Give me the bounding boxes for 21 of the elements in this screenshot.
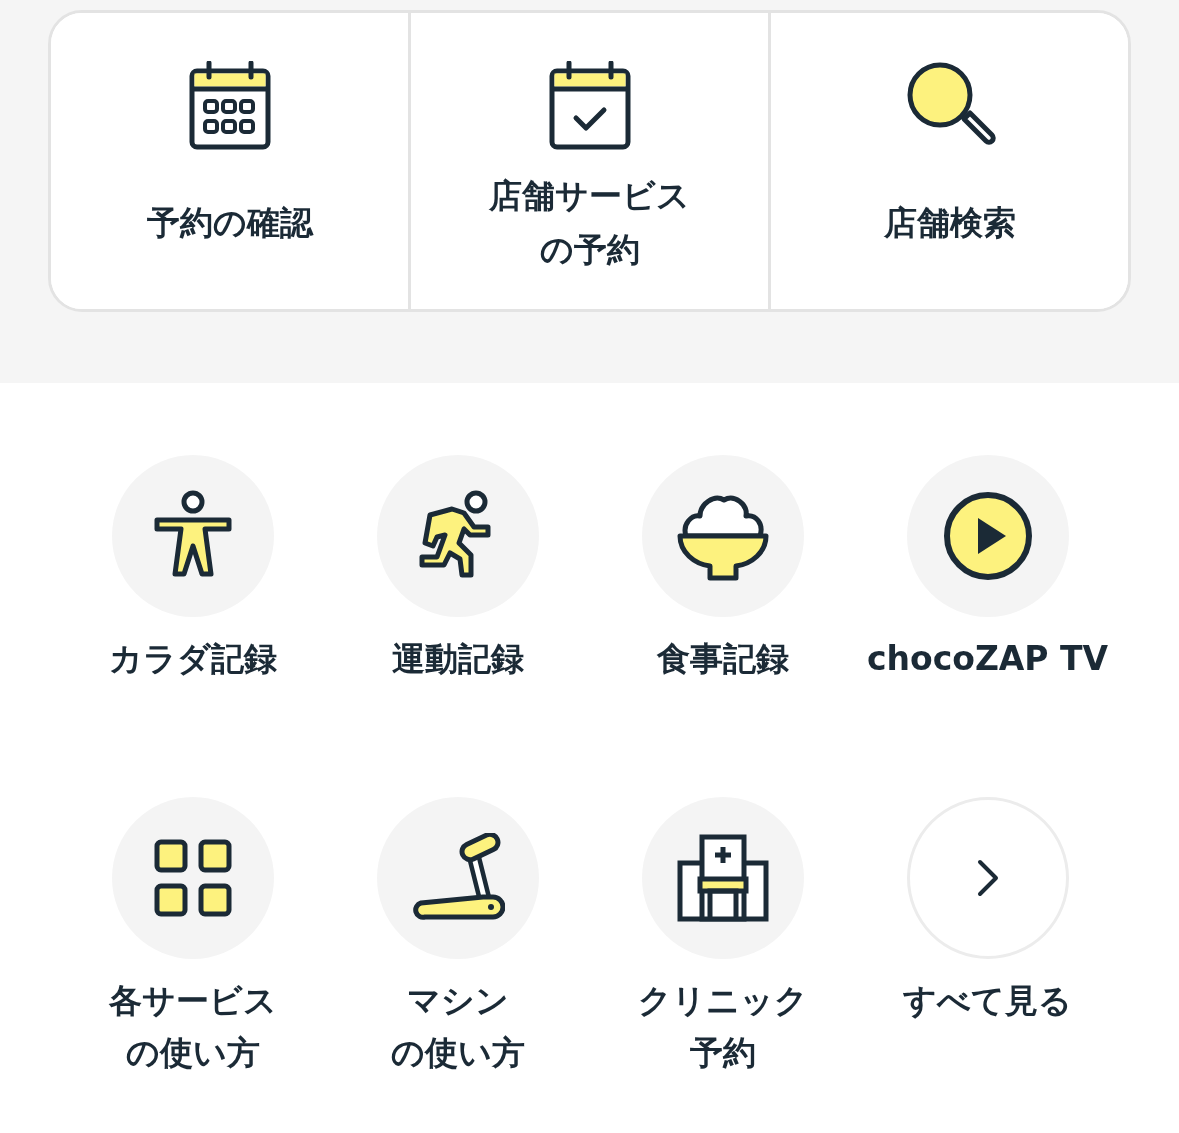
- service-label[interactable]: すべて見る: [903, 975, 1072, 1027]
- calendar-check-icon: [548, 61, 631, 151]
- service-label[interactable]: カラダ記録: [108, 633, 277, 685]
- play-icon: [941, 490, 1034, 582]
- service-label[interactable]: 予約: [689, 1027, 756, 1079]
- service-label[interactable]: の使い方: [390, 1027, 525, 1079]
- action-label[interactable]: の予約: [539, 223, 640, 277]
- treadmill-icon: [410, 833, 505, 923]
- service-label[interactable]: 運動記録: [391, 633, 524, 685]
- service-label[interactable]: 各サービス: [108, 975, 277, 1027]
- service-label[interactable]: クリニック: [637, 975, 808, 1027]
- grid-icon: [152, 838, 233, 918]
- action-label[interactable]: 予約の確認: [146, 196, 313, 250]
- service-label[interactable]: 食事記録: [656, 633, 789, 685]
- service-label[interactable]: マシン: [406, 975, 509, 1027]
- action-label[interactable]: 店舗検索: [883, 196, 1016, 250]
- calendar-icon: [188, 61, 271, 151]
- service-label[interactable]: の使い方: [125, 1027, 260, 1079]
- hospital-icon: [675, 833, 770, 923]
- action-label[interactable]: 店舗サービス: [489, 169, 690, 223]
- service-label[interactable]: chocoZAP TV: [866, 633, 1109, 685]
